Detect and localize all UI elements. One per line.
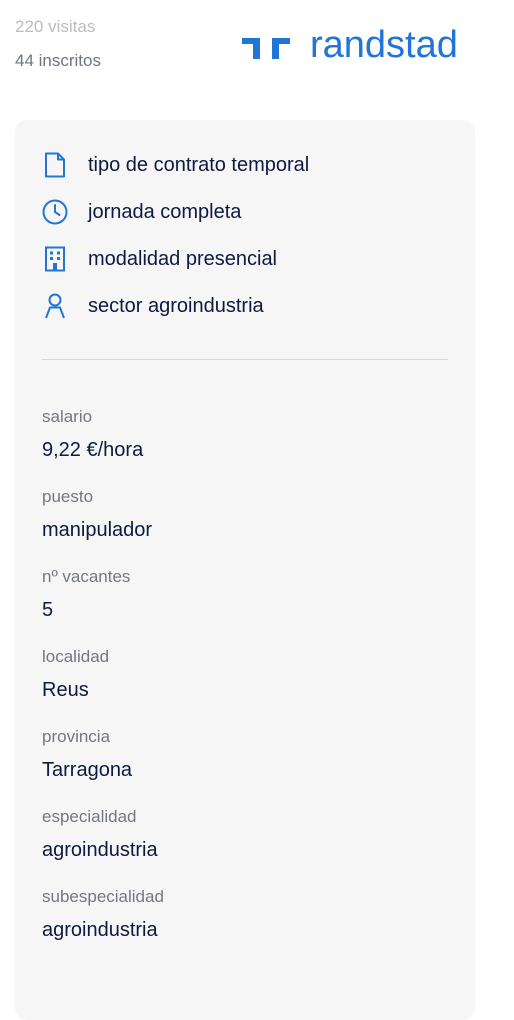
- detail-subspecialty: subespecialidad agroindustria: [42, 888, 164, 968]
- job-stats: 220 visitas 44 inscritos: [15, 18, 101, 69]
- detail-specialty: especialidad agroindustria: [42, 808, 164, 888]
- detail-locality: localidad Reus: [42, 648, 164, 728]
- feature-sector: sector agroindustria: [42, 291, 309, 321]
- detail-position: puesto manipulador: [42, 488, 164, 568]
- detail-province: provincia Tarragona: [42, 728, 164, 808]
- job-details-list: salario 9,22 €/hora puesto manipulador n…: [42, 408, 164, 968]
- detail-key: provincia: [42, 727, 111, 746]
- person-icon: [42, 293, 68, 319]
- logo-wordmark: randstad: [310, 24, 458, 66]
- detail-key: localidad: [42, 647, 110, 666]
- feature-contract-type: tipo de contrato temporal: [42, 150, 309, 180]
- detail-value: agroindustria: [42, 839, 158, 861]
- randstad-logo[interactable]: randstad: [240, 24, 480, 68]
- job-features-list: tipo de contrato temporal jornada comple…: [42, 150, 309, 338]
- randstad-logo-icon: [242, 38, 290, 59]
- detail-value: agroindustria: [42, 919, 158, 941]
- detail-salary: salario 9,22 €/hora: [42, 408, 164, 488]
- clock-icon: [42, 199, 68, 225]
- document-icon: [42, 152, 68, 178]
- applicants-count: 44 inscritos: [15, 51, 101, 70]
- detail-key: salario: [42, 407, 93, 426]
- detail-value: 9,22 €/hora: [42, 439, 144, 461]
- feature-label: tipo de contrato temporal: [88, 154, 310, 176]
- detail-value: manipulador: [42, 519, 153, 541]
- detail-value: Tarragona: [42, 759, 133, 781]
- feature-modality: modalidad presencial: [42, 244, 309, 274]
- detail-key: nº vacantes: [42, 567, 131, 586]
- detail-value: 5: [42, 599, 54, 621]
- visits-count: 220 visitas: [15, 17, 96, 36]
- detail-key: especialidad: [42, 807, 137, 826]
- detail-value: Reus: [42, 679, 89, 701]
- detail-vacancies: nº vacantes 5: [42, 568, 164, 648]
- section-divider: [42, 359, 448, 360]
- feature-schedule: jornada completa: [42, 197, 309, 227]
- detail-key: subespecialidad: [42, 887, 164, 906]
- feature-label: modalidad presencial: [88, 248, 278, 270]
- feature-label: sector agroindustria: [88, 295, 264, 317]
- building-icon: [42, 246, 68, 272]
- detail-key: puesto: [42, 487, 94, 506]
- job-details-card: tipo de contrato temporal jornada comple…: [15, 120, 475, 1020]
- feature-label: jornada completa: [88, 201, 242, 223]
